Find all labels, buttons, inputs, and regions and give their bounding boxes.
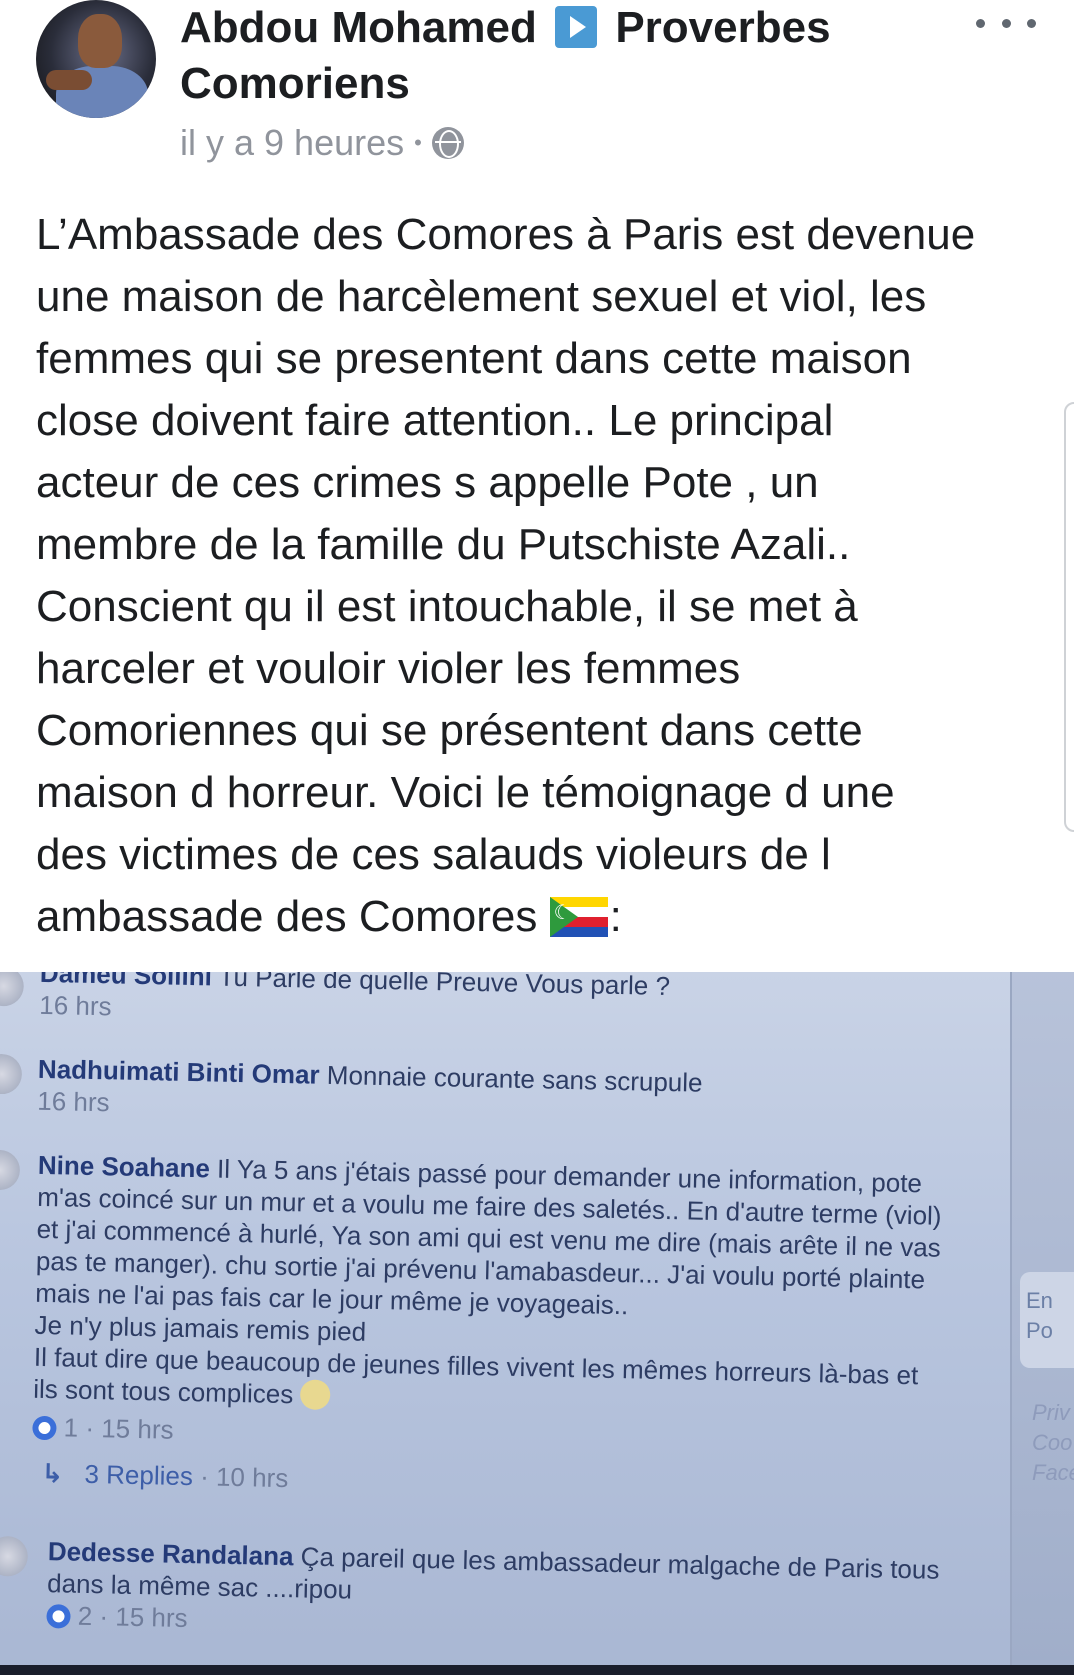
post-author-line: Abdou Mohamed Proverbes Comoriens bbox=[180, 0, 940, 112]
post-header: Abdou Mohamed Proverbes Comoriens il y a… bbox=[0, 0, 1074, 190]
like-icon bbox=[46, 1604, 71, 1629]
comment-time: · 15 hrs bbox=[85, 1412, 174, 1445]
shared-to-arrow-icon bbox=[555, 6, 598, 48]
replies-time: · 10 hrs bbox=[199, 1461, 289, 1494]
post-body-line: acteur de ces crimes s appelle Pote , un bbox=[36, 458, 819, 507]
post-body: L’Ambassade des Comores à Paris est deve… bbox=[36, 204, 1046, 948]
author-name[interactable]: Abdou Mohamed bbox=[180, 3, 537, 52]
post-meta: il y a 9 heures • bbox=[180, 122, 464, 164]
reply-arrow-icon: ↳ bbox=[41, 1457, 64, 1489]
post-timestamp[interactable]: il y a 9 heures bbox=[180, 122, 404, 164]
comment: Dedesse Randalana Ça pareil que les amba… bbox=[46, 1535, 948, 1650]
sidebar-button-text: En bbox=[1026, 1288, 1053, 1313]
scroll-indicator bbox=[1064, 402, 1074, 832]
avatar-face bbox=[78, 14, 122, 68]
sidebar-link: Face bbox=[1032, 1460, 1074, 1485]
post-body-last-line: ambassade des Comores : bbox=[36, 886, 1046, 948]
comment: Nadhuimati Binti Omar Monnaie courante s… bbox=[37, 1053, 998, 1137]
comment-text: Monnaie courante sans scrupule bbox=[326, 1059, 703, 1098]
avatar-hand bbox=[46, 70, 92, 90]
sidebar-link: Coo bbox=[1032, 1430, 1073, 1455]
replies-link: ↳ 3 Replies · 10 hrs bbox=[31, 1457, 971, 1509]
replies-count: 3 Replies bbox=[84, 1458, 194, 1492]
post-body-line: Comoriennes qui se présentent dans cette bbox=[36, 706, 863, 755]
like-count: 1 bbox=[63, 1412, 79, 1443]
post-body-line: membre de la famille du Putschiste Azali… bbox=[36, 520, 851, 569]
commenter-avatar bbox=[0, 1149, 21, 1191]
comment-author: Nadhuimati Binti Omar bbox=[37, 1053, 320, 1090]
sidebar-button-text: Po bbox=[1026, 1318, 1053, 1343]
globe-icon bbox=[431, 127, 464, 159]
post-body-line: maison d horreur. Voici le témoignage d … bbox=[36, 768, 895, 817]
comment-text-line: ils sont tous complices bbox=[32, 1373, 294, 1410]
comment: Dameu Soilihi Tu Parle de quelle Preuve … bbox=[39, 972, 1000, 1041]
commenter-avatar bbox=[0, 972, 25, 1007]
meta-separator: • bbox=[414, 130, 422, 155]
screen-right-sidebar: En Po Priv Coo Face bbox=[1010, 972, 1074, 1675]
photo-screen-content: Dameu Soilihi Tu Parle de quelle Preuve … bbox=[0, 972, 1074, 1675]
comment-author: Dedesse Randalana bbox=[47, 1536, 294, 1572]
post-body-line: L’Ambassade des Comores à Paris est deve… bbox=[36, 210, 976, 259]
sidebar-links: Priv Coo Face bbox=[1032, 1398, 1074, 1488]
more-dot-icon bbox=[976, 18, 985, 28]
post-body-suffix: : bbox=[609, 892, 622, 941]
commenter-avatar bbox=[0, 1535, 29, 1577]
more-dot-icon bbox=[1027, 18, 1036, 28]
comment-author: Nine Soahane bbox=[37, 1149, 211, 1184]
sidebar-button: En Po bbox=[1020, 1272, 1074, 1368]
emoji-icon bbox=[300, 1379, 331, 1411]
post-body-line: des victimes de ces salauds violeurs de … bbox=[36, 830, 831, 879]
monitor-bezel bbox=[0, 1665, 1074, 1675]
post-body-line: une maison de harcèlement sexuel et viol… bbox=[36, 272, 927, 321]
post-body-line: Conscient qu il est intouchable, il se m… bbox=[36, 582, 858, 631]
post-body-line: close doivent faire attention.. Le princ… bbox=[36, 396, 834, 445]
like-icon bbox=[32, 1415, 57, 1441]
more-dot-icon bbox=[1001, 18, 1011, 28]
post-photo[interactable]: Dameu Soilihi Tu Parle de quelle Preuve … bbox=[0, 972, 1074, 1675]
author-avatar[interactable] bbox=[36, 0, 156, 118]
post-body-line: harceler et vouloir violer les femmes bbox=[36, 644, 741, 693]
comoros-flag-icon bbox=[549, 897, 608, 937]
more-options-button[interactable] bbox=[976, 8, 1036, 38]
like-count: 2 bbox=[77, 1600, 93, 1632]
post-body-line: femmes qui se presentent dans cette mais… bbox=[36, 334, 912, 383]
comment: Nine Soahane Il Ya 5 ans j'étais passé p… bbox=[31, 1149, 978, 1509]
comment-time: · 15 hrs bbox=[99, 1601, 188, 1634]
sidebar-link: Priv bbox=[1032, 1400, 1070, 1425]
commenter-avatar bbox=[0, 1053, 23, 1095]
post-body-line: ambassade des Comores bbox=[36, 892, 538, 941]
